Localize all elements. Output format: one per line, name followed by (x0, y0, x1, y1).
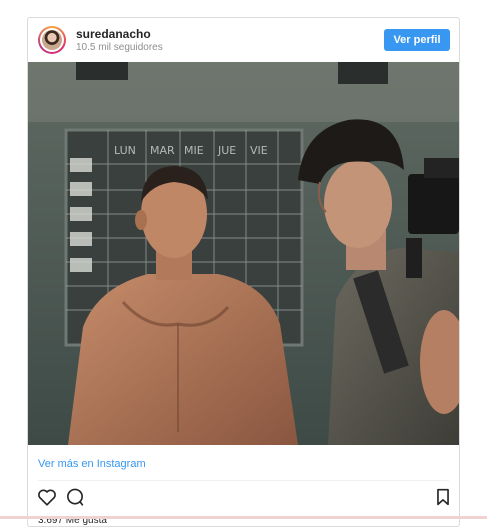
view-more-on-instagram-link[interactable]: Ver más en Instagram (38, 458, 146, 470)
post-image[interactable]: LUN MAR MIE JUE VIE (28, 62, 459, 445)
avatar[interactable] (38, 26, 66, 54)
board-day: VIE (250, 144, 268, 157)
username[interactable]: suredanacho (76, 27, 151, 41)
avatar-ring (40, 28, 64, 52)
avatar-image (42, 30, 62, 50)
post-photo: LUN MAR MIE JUE VIE (28, 62, 459, 445)
post-header: suredanacho 10.5 mil seguidores Ver perf… (28, 18, 459, 62)
board-day: MIE (184, 144, 204, 157)
ceiling-object (338, 62, 388, 84)
board-day: JUE (217, 144, 236, 157)
board-day: MAR (150, 144, 175, 157)
follower-count: 10.5 mil seguidores (76, 42, 163, 53)
view-profile-button[interactable]: Ver perfil (384, 29, 450, 51)
heart-icon[interactable] (36, 486, 58, 508)
ceiling-object (76, 62, 128, 80)
board-day: LUN (114, 144, 136, 157)
divider (38, 480, 449, 481)
instagram-embed-card: suredanacho 10.5 mil seguidores Ver perf… (27, 17, 460, 527)
bookmark-icon[interactable] (432, 486, 454, 508)
comment-icon[interactable] (64, 486, 86, 508)
